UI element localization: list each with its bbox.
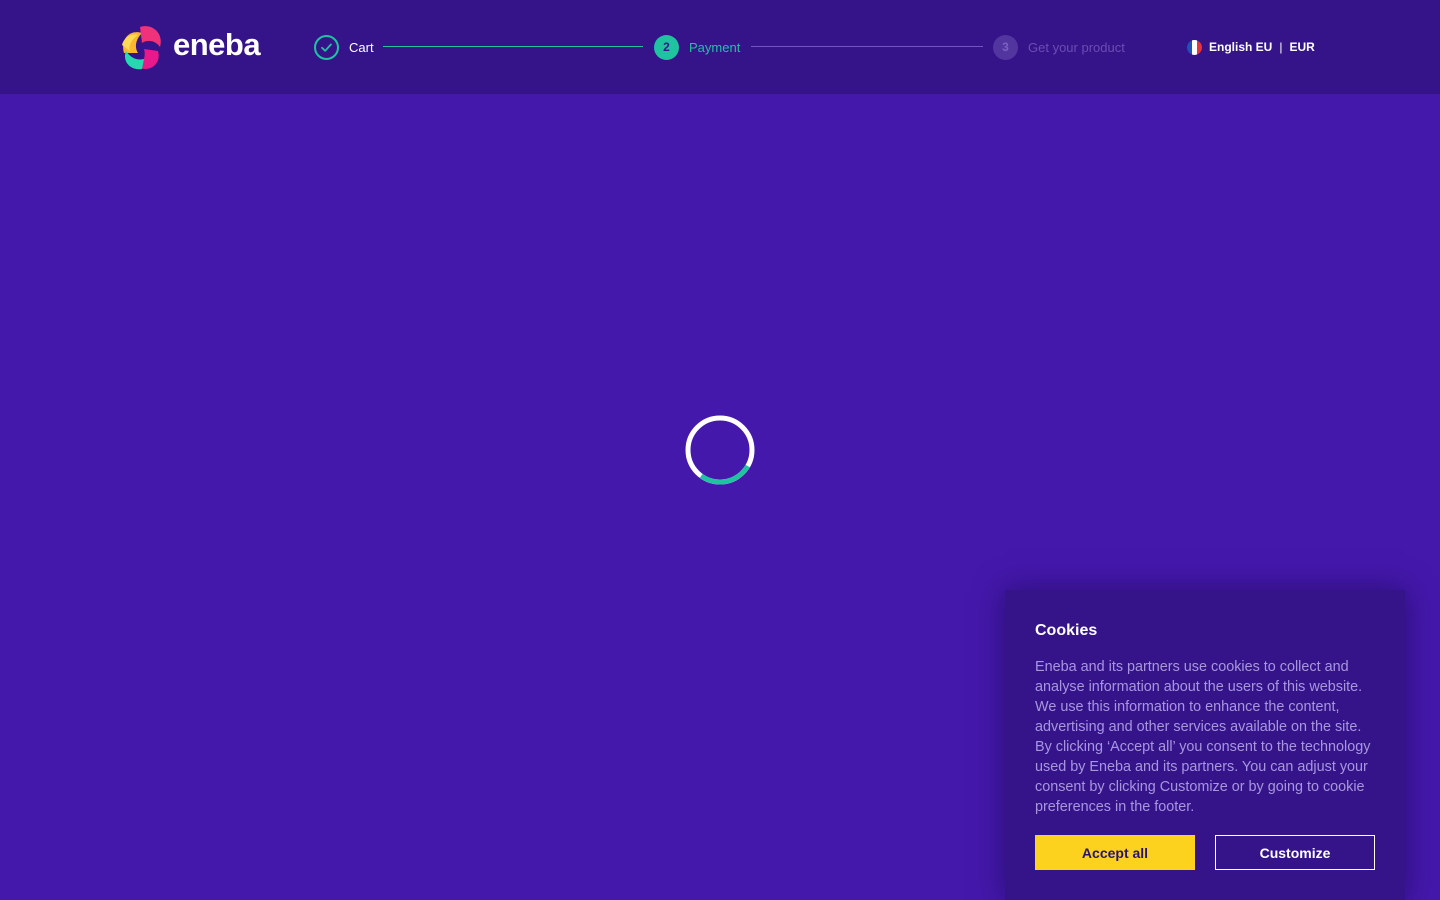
locale-separator: | [1279, 40, 1283, 54]
cookie-title: Cookies [1035, 622, 1098, 639]
check-icon [321, 43, 332, 52]
step-payment-label: Payment [689, 39, 741, 55]
france-flag-icon [1187, 39, 1202, 55]
cookie-banner: Cookies Eneba and its partners use cooki… [1005, 590, 1405, 900]
step-payment: 2 Payment [654, 34, 740, 60]
step-connector-pending [751, 46, 983, 47]
checkout-header: eneba Cart 2 Payment 3 Get your product … [0, 0, 1440, 94]
step-cart-status [314, 34, 339, 60]
customize-button[interactable]: Customize [1215, 835, 1375, 870]
step-get-product-number: 3 [993, 34, 1018, 60]
step-payment-number: 2 [654, 34, 679, 60]
step-get-product: 3 Get your product [993, 34, 1125, 60]
accept-all-button[interactable]: Accept all [1035, 835, 1195, 870]
step-connector-completed [383, 46, 643, 47]
eneba-logo-icon [122, 26, 161, 70]
cookie-description: Eneba and its partners use cookies to co… [1035, 659, 1371, 815]
cookie-actions: Accept all Customize [1035, 835, 1375, 870]
locale-selector[interactable]: English EU | EUR [1187, 38, 1315, 56]
step-get-product-label: Get your product [1028, 39, 1125, 55]
eneba-logo[interactable]: eneba [118, 20, 278, 74]
language-label: English EU [1209, 40, 1273, 54]
logo-text: eneba [173, 27, 261, 62]
step-cart-label: Cart [349, 39, 374, 55]
currency-label: EUR [1289, 40, 1315, 54]
spinner-icon [685, 415, 755, 485]
step-cart[interactable]: Cart [314, 34, 374, 60]
